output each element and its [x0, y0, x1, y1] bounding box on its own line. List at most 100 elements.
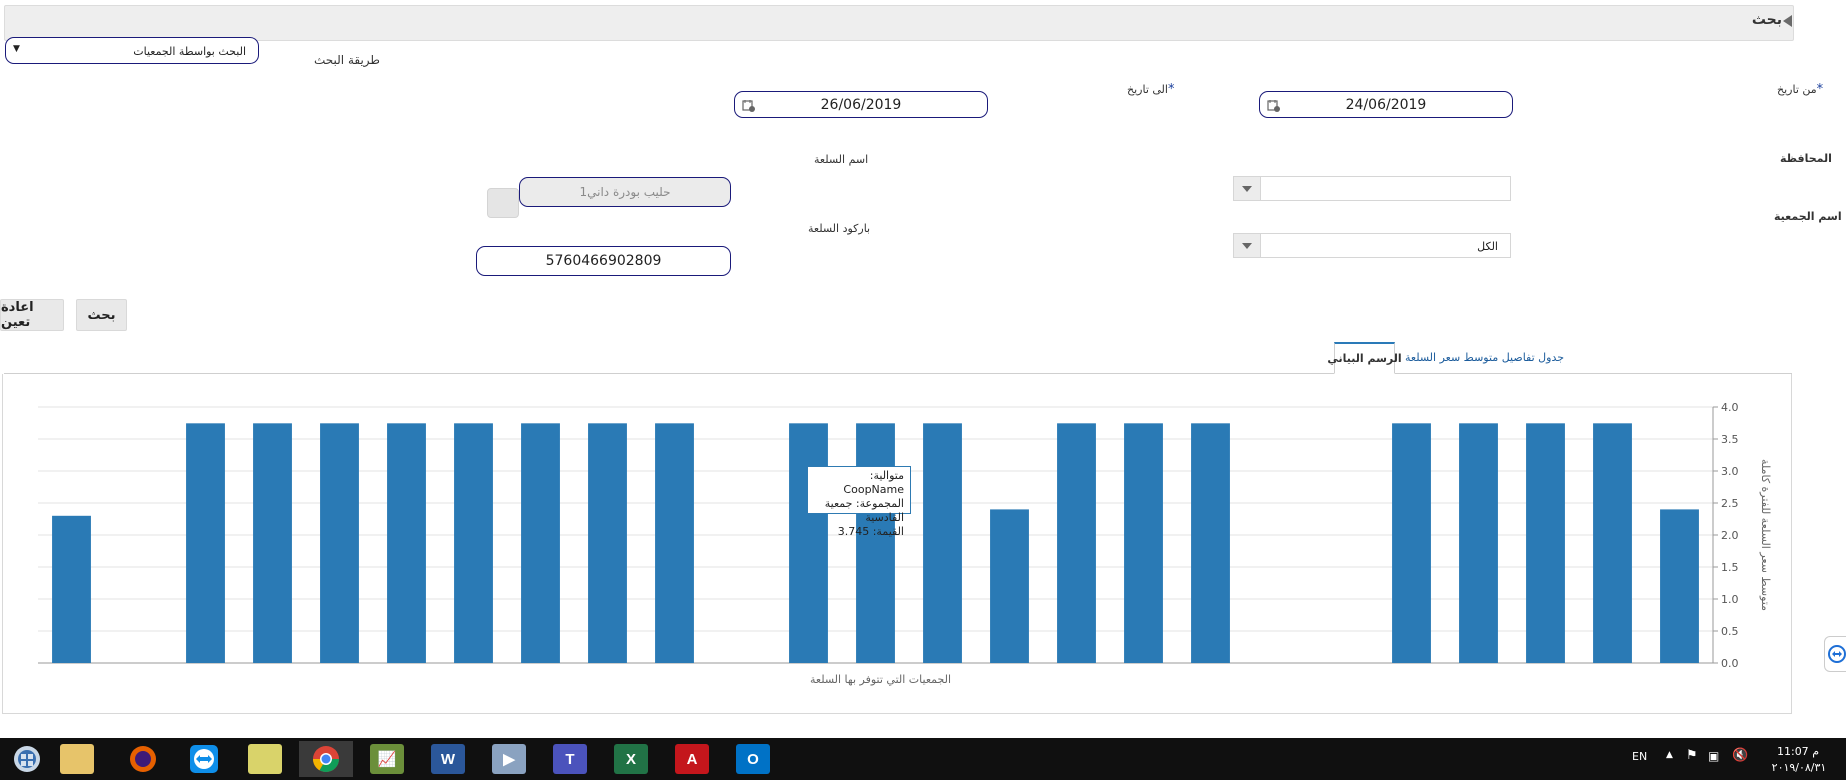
- outlook-icon: O: [736, 744, 770, 774]
- media-player-icon: ▶: [492, 744, 526, 774]
- tooltip-series: متوالية: CoopName: [843, 469, 904, 496]
- chart-bar: [1124, 423, 1163, 663]
- input-language[interactable]: EN: [1632, 750, 1647, 763]
- taskbar-firefox[interactable]: [116, 741, 170, 777]
- excel-icon: X: [614, 744, 648, 774]
- taskbar-media-player[interactable]: ▶: [482, 741, 536, 777]
- taskbar-sticky-notes[interactable]: [238, 741, 292, 777]
- chart-bar: [253, 423, 292, 663]
- from-date-input[interactable]: 24/06/2019: [1259, 91, 1513, 118]
- taskbar-teamviewer[interactable]: [177, 741, 231, 777]
- taskbar-task-manager[interactable]: 📈: [360, 741, 414, 777]
- dropdown-arrow-icon: ▼: [13, 44, 20, 54]
- chart-bar: [186, 423, 225, 663]
- calendar-icon[interactable]: [742, 99, 756, 113]
- search-method-label: طريقة البحث: [314, 53, 380, 67]
- start-button[interactable]: [0, 741, 54, 777]
- word-icon: W: [431, 744, 465, 774]
- product-name-input: حليب بودرة داني1: [519, 177, 731, 207]
- chart-bar: [1526, 423, 1565, 663]
- y-axis-label: متوسط سعر السلعة للفترة كاملة: [1759, 459, 1772, 611]
- chart-bar: [1057, 423, 1096, 663]
- product-lookup-button[interactable]: [487, 188, 519, 218]
- y-tick-label: 2.5: [1721, 497, 1739, 510]
- chart-bar: [588, 423, 627, 663]
- acrobat-icon: A: [675, 744, 709, 774]
- chart-bar: [521, 423, 560, 663]
- flag-icon[interactable]: ⚑: [1686, 748, 1698, 763]
- teamviewer-icon: [1828, 645, 1846, 663]
- chart-bar: [1191, 423, 1230, 663]
- chart-bar: [320, 423, 359, 663]
- governorate-label: المحافظة: [1780, 152, 1832, 165]
- sticky-notes-icon: [248, 744, 282, 774]
- y-tick-label: 0.5: [1721, 625, 1739, 638]
- chart-bar: [387, 423, 426, 663]
- chart-bar: [1392, 423, 1431, 663]
- y-tick-label: 1.5: [1721, 561, 1739, 574]
- teamviewer-side-widget[interactable]: [1824, 636, 1846, 672]
- taskbar-word[interactable]: W: [421, 741, 475, 777]
- chart-bar: [655, 423, 694, 663]
- chart-bar: [1660, 509, 1699, 663]
- reset-button[interactable]: اعادة تعين: [0, 299, 64, 331]
- bar-chart: 0.0 0.5 1.0 1.5 2.0 2.5 3.0 3.5 4.0 الجمعيات التي…: [38, 401, 1772, 686]
- taskbar-teams[interactable]: T: [543, 741, 597, 777]
- show-hidden-icons-icon[interactable]: ▲: [1666, 750, 1673, 760]
- search-button[interactable]: بحث: [76, 299, 127, 331]
- coop-name-value: الكل: [1477, 240, 1498, 253]
- to-date-input[interactable]: 26/06/2019: [734, 91, 988, 118]
- chart-tooltip: متوالية: CoopName المجموعة: جمعية القادس…: [807, 466, 911, 538]
- y-tick-label: 0.0: [1721, 657, 1739, 670]
- chart-bar: [52, 515, 91, 663]
- clock-date[interactable]: ٢٠١٩/٠٨/٣١: [1764, 761, 1834, 774]
- chart-app-icon: 📈: [370, 744, 404, 774]
- tab-chart[interactable]: الرسم البياني: [1327, 342, 1402, 374]
- chart-bar: [856, 423, 895, 663]
- governorate-combobox[interactable]: [1233, 176, 1511, 201]
- search-method-select[interactable]: البحث بواسطة الجمعيات ▼: [5, 37, 259, 64]
- chart-bar: [789, 423, 828, 663]
- tooltip-group: المجموعة: جمعية القادسية: [824, 497, 904, 524]
- from-date-value: 24/06/2019: [1345, 96, 1427, 113]
- to-date-value: 26/06/2019: [820, 96, 902, 113]
- dropdown-arrow-icon[interactable]: [1234, 177, 1261, 200]
- from-date-label: *من تاريخ: [1777, 82, 1824, 97]
- product-name-label: اسم السلعة: [814, 153, 869, 166]
- to-date-label: *الى تاريخ: [1127, 82, 1175, 97]
- search-section-header[interactable]: [4, 5, 1794, 41]
- y-tick-label: 2.0: [1721, 529, 1739, 542]
- folder-icon: [60, 744, 94, 774]
- collapse-triangle-icon[interactable]: [1783, 15, 1792, 27]
- chart-bar: [1593, 423, 1632, 663]
- section-title: بحث: [1751, 12, 1782, 28]
- chart-bar: [990, 509, 1029, 663]
- start-icon: [14, 746, 40, 772]
- chart-bar: [923, 423, 962, 663]
- taskbar-outlook[interactable]: O: [726, 741, 780, 777]
- chrome-icon: [312, 746, 340, 773]
- chart-bar: [1459, 423, 1498, 663]
- search-method-value: البحث بواسطة الجمعيات: [133, 45, 246, 58]
- x-axis-label: الجمعيات التي تتوفر بها السلعة: [810, 673, 951, 686]
- coop-name-combobox[interactable]: الكل: [1233, 233, 1511, 258]
- teamviewer-icon: [190, 745, 218, 773]
- volume-muted-icon[interactable]: 🔇: [1732, 748, 1748, 763]
- tooltip-value: القيمة: 3.745: [837, 525, 904, 538]
- firefox-icon: [130, 746, 156, 772]
- y-tick-label: 3.0: [1721, 465, 1739, 478]
- teams-icon: T: [553, 744, 587, 774]
- calendar-icon[interactable]: [1267, 99, 1281, 113]
- taskbar-acrobat[interactable]: A: [665, 741, 719, 777]
- dropdown-arrow-icon[interactable]: [1234, 234, 1261, 257]
- tab-price-details-table[interactable]: جدول تفاصيل متوسط سعر السلعة: [1405, 351, 1564, 364]
- taskbar-chrome[interactable]: [299, 741, 353, 777]
- taskbar-excel[interactable]: X: [604, 741, 658, 777]
- chart-bar: [454, 423, 493, 663]
- barcode-input[interactable]: 5760466902809: [476, 246, 731, 276]
- barcode-label: باركود السلعة: [808, 222, 871, 235]
- network-icon[interactable]: ▣: [1708, 749, 1719, 763]
- taskbar-file-explorer[interactable]: [50, 741, 104, 777]
- clock-time[interactable]: 11:07 م: [1768, 745, 1828, 758]
- y-tick-label: 1.0: [1721, 593, 1739, 606]
